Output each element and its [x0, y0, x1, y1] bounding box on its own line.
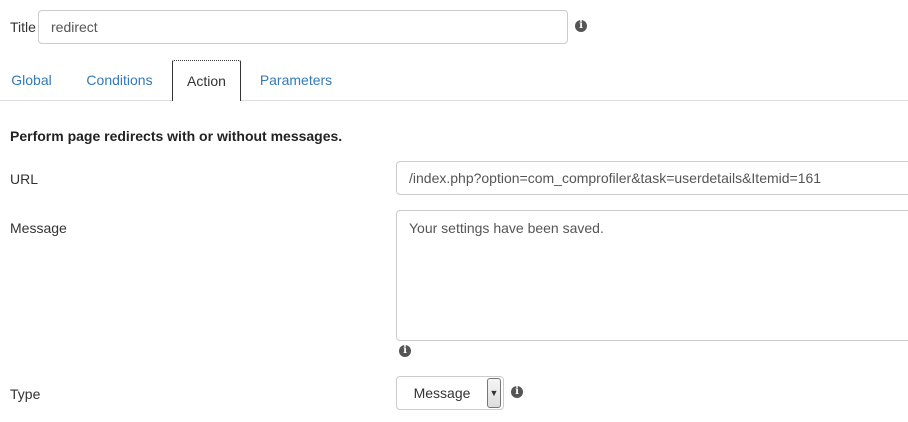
- url-label: URL: [10, 171, 39, 187]
- info-icon[interactable]: i: [511, 386, 523, 398]
- type-select-value: Message: [413, 385, 471, 401]
- message-label: Message: [10, 220, 67, 236]
- url-input-value: /index.php?option=com_comprofiler&task=u…: [409, 170, 822, 186]
- tab-conditions-label: Conditions: [86, 72, 153, 88]
- type-label: Type: [10, 386, 41, 402]
- tab-parameters-label: Parameters: [259, 72, 333, 88]
- tab-action[interactable]: Action: [172, 60, 241, 101]
- info-icon[interactable]: i: [575, 20, 587, 32]
- message-textarea[interactable]: Your settings have been saved.: [396, 210, 908, 341]
- tabs-divider: [0, 100, 908, 101]
- message-textarea-value: Your settings have been saved.: [409, 220, 604, 236]
- tab-action-label: Action: [187, 73, 226, 89]
- tab-global-label: Global: [11, 72, 52, 88]
- chevron-down-icon[interactable]: ▼: [487, 378, 501, 408]
- tab-parameters[interactable]: Parameters: [250, 60, 342, 100]
- title-label: Title: [10, 19, 36, 35]
- tab-global[interactable]: Global: [0, 60, 63, 100]
- tab-conditions[interactable]: Conditions: [76, 60, 163, 100]
- title-input[interactable]: redirect: [38, 10, 568, 44]
- type-select[interactable]: Message ▼: [396, 376, 504, 410]
- title-input-value: redirect: [51, 19, 98, 35]
- url-input[interactable]: /index.php?option=com_comprofiler&task=u…: [396, 161, 908, 195]
- info-icon[interactable]: i: [399, 345, 411, 357]
- section-heading: Perform page redirects with or without m…: [10, 128, 343, 144]
